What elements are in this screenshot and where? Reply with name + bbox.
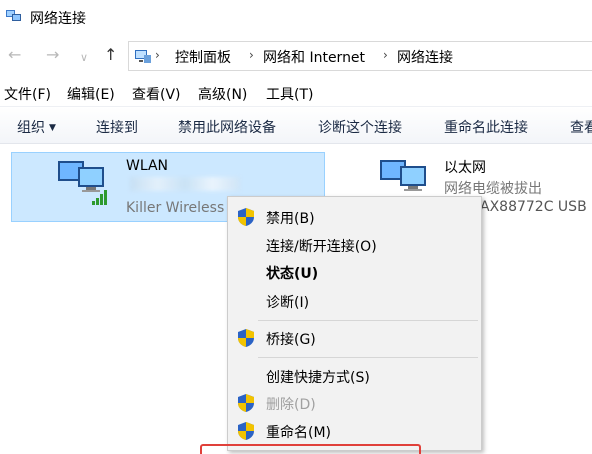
menu-item-bridge[interactable]: 桥接(G) (228, 325, 481, 352)
menu-item-rename[interactable]: 重命名(M) (228, 418, 481, 445)
wifi-adapter-icon (58, 161, 107, 205)
menu-item-label: 创建快捷方式(S) (266, 370, 370, 386)
adapter-context-menu: 禁用(B) 连接/断开连接(O) 状态(U) 诊断(I) 桥接(G) 创建快捷方… (227, 196, 482, 451)
command-bar: 组织 ▼ 连接到 禁用此网络设备 诊断这个连接 重命名此连接 查看 (0, 106, 592, 144)
disable-device-button[interactable]: 禁用此网络设备 (178, 117, 276, 137)
connect-to-button[interactable]: 连接到 (96, 117, 138, 137)
menu-item-label: 删除(D) (266, 397, 316, 413)
diagnose-connection-button[interactable]: 诊断这个连接 (318, 117, 402, 137)
adapter-name: 以太网 (444, 160, 486, 176)
breadcrumb-network-connections[interactable]: 网络连接 (397, 47, 453, 67)
menu-item-diagnose[interactable]: 诊断(I) (228, 288, 481, 315)
breadcrumb-separator[interactable]: › (249, 48, 254, 62)
breadcrumb-separator[interactable]: › (383, 48, 388, 62)
organize-button[interactable]: 组织 ▼ (17, 117, 56, 137)
menu-tools[interactable]: 工具(T) (266, 84, 313, 104)
chevron-down-icon: ▼ (49, 123, 56, 133)
menu-bar: 文件(F) 编辑(E) 查看(V) 高级(N) 工具(T) (0, 80, 592, 106)
network-connections-icon (6, 10, 21, 21)
back-button[interactable]: ← (8, 46, 21, 64)
menu-item-create-shortcut[interactable]: 创建快捷方式(S) (228, 363, 481, 390)
menu-separator (258, 320, 478, 321)
breadcrumb-network-internet[interactable]: 网络和 Internet (263, 47, 365, 67)
menu-item-label: 桥接(G) (266, 332, 316, 348)
control-panel-icon (135, 50, 151, 63)
uac-shield-icon (238, 422, 254, 440)
adapter-device: AX88772C USB (480, 199, 587, 215)
menu-item-disable[interactable]: 禁用(B) (228, 204, 481, 231)
forward-button[interactable]: → (46, 46, 59, 64)
menu-item-label: 连接/断开连接(O) (266, 239, 377, 255)
uac-shield-icon (238, 208, 254, 226)
blurred-network-name (130, 177, 240, 191)
menu-edit[interactable]: 编辑(E) (67, 84, 115, 104)
rename-connection-button[interactable]: 重命名此连接 (444, 117, 528, 137)
organize-label: 组织 (17, 120, 45, 136)
menu-item-status[interactable]: 状态(U) (228, 259, 481, 286)
uac-shield-icon (238, 329, 254, 347)
up-button[interactable]: ↑ (104, 46, 117, 64)
menu-item-label: 禁用(B) (266, 211, 315, 227)
menu-item-label: 重命名(M) (266, 425, 332, 441)
window-title: 网络连接 (30, 11, 86, 27)
annotation-highlight-box (200, 444, 421, 454)
navigation-bar: ← → ∨ ↑ › 控制面板 › 网络和 Internet › 网络连接 (0, 38, 592, 74)
adapter-name: WLAN (126, 158, 169, 174)
view-status-button[interactable]: 查看 (570, 117, 592, 137)
breadcrumb-separator[interactable]: › (155, 48, 160, 62)
menu-item-delete[interactable]: 删除(D) (228, 390, 481, 417)
menu-view[interactable]: 查看(V) (132, 84, 181, 104)
breadcrumb-control-panel[interactable]: 控制面板 (175, 47, 231, 67)
uac-shield-icon (238, 394, 254, 412)
address-bar[interactable]: › 控制面板 › 网络和 Internet › 网络连接 (128, 41, 592, 71)
title-bar: 网络连接 (0, 0, 592, 34)
menu-item-label: 诊断(I) (266, 295, 310, 311)
recent-locations-button[interactable]: ∨ (80, 49, 88, 67)
adapter-device: Killer Wireless (126, 200, 225, 216)
menu-file[interactable]: 文件(F) (4, 84, 51, 104)
menu-separator (258, 357, 478, 358)
menu-advanced[interactable]: 高级(N) (198, 84, 247, 104)
menu-item-connect-disconnect[interactable]: 连接/断开连接(O) (228, 232, 481, 259)
adapter-status: 网络电缆被拔出 (444, 181, 542, 197)
menu-item-label: 状态(U) (266, 266, 319, 282)
